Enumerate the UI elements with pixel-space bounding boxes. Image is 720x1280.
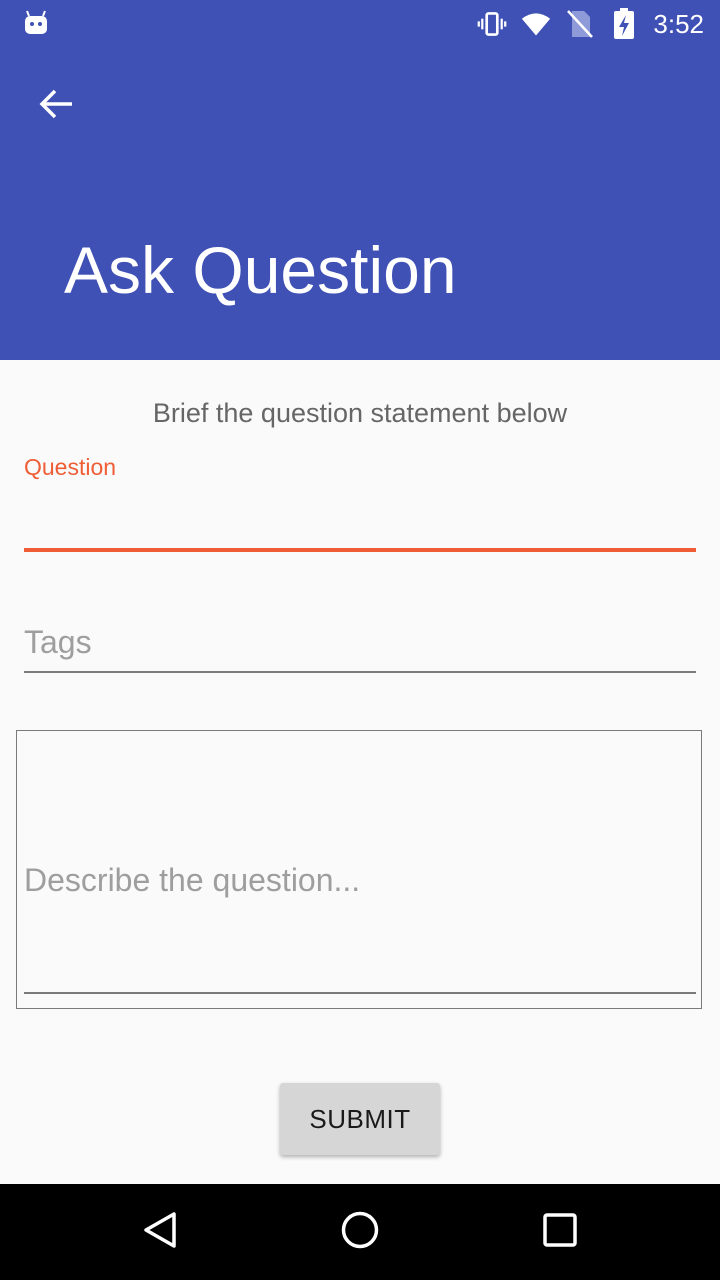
page-title: Ask Question: [64, 233, 457, 307]
home-circle-icon: [340, 1210, 380, 1254]
tags-input[interactable]: [24, 614, 696, 670]
android-icon: [22, 8, 50, 36]
no-sim-icon: [565, 9, 595, 39]
app-bar: Ask Question: [0, 48, 720, 360]
wifi-icon: [521, 9, 551, 39]
question-label: Question: [24, 454, 117, 480]
status-bar: 3:52: [0, 0, 720, 48]
nav-back-button[interactable]: [136, 1208, 184, 1256]
status-icons: 3:52: [477, 0, 704, 48]
arrow-back-icon: [38, 88, 74, 124]
form-subtitle: Brief the question statement below: [152, 398, 568, 428]
recents-square-icon: [540, 1210, 580, 1254]
description-input[interactable]: [24, 850, 696, 910]
back-triangle-icon: [140, 1210, 180, 1254]
tags-underline: [24, 671, 696, 673]
status-time: 3:52: [653, 8, 704, 39]
ask-question-screen: 3:52 Ask Question Brief the question sta…: [0, 0, 720, 1280]
back-button[interactable]: [24, 74, 88, 138]
nav-recents-button[interactable]: [536, 1208, 584, 1256]
description-underline: [24, 992, 696, 994]
question-underline: [24, 548, 696, 552]
nav-home-button[interactable]: [336, 1208, 384, 1256]
navigation-bar: [0, 1184, 720, 1280]
battery-charging-icon: [609, 8, 639, 39]
vibrate-icon: [477, 9, 507, 39]
question-input[interactable]: [24, 488, 696, 548]
submit-button[interactable]: SUBMIT: [280, 1083, 440, 1155]
